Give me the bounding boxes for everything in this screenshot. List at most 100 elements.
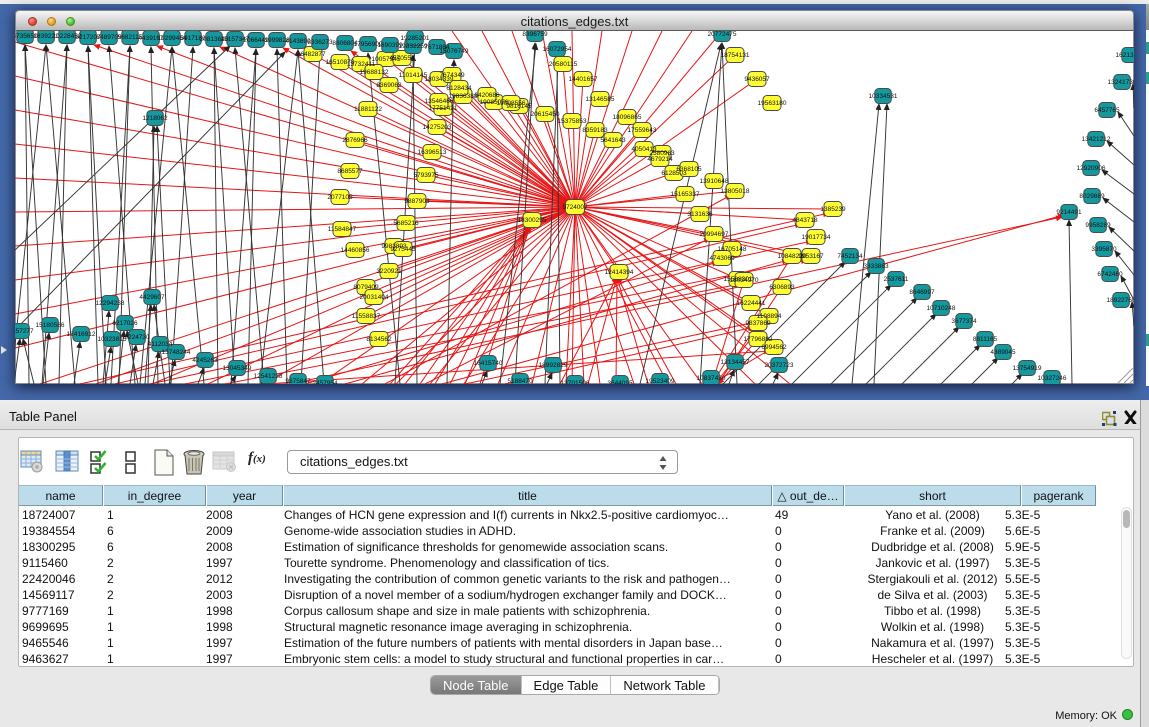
svg-text:16415740: 16415740 — [474, 360, 503, 367]
svg-text:9887903: 9887903 — [404, 198, 430, 205]
svg-text:4112034: 4112034 — [148, 341, 173, 348]
svg-text:16072954: 16072954 — [543, 46, 572, 53]
svg-text:19563180: 19563180 — [758, 100, 787, 107]
svg-text:11014145: 11014145 — [399, 72, 428, 79]
svg-text:1385239: 1385239 — [820, 206, 846, 213]
svg-text:12541238: 12541238 — [254, 373, 283, 380]
svg-text:16224441: 16224441 — [737, 300, 766, 307]
svg-text:8224730: 8224730 — [124, 334, 150, 341]
svg-text:9958289: 9958289 — [1085, 222, 1111, 229]
svg-text:11881122: 11881122 — [354, 106, 382, 113]
svg-text:6420686: 6420686 — [474, 92, 500, 99]
svg-text:18992829: 18992829 — [539, 362, 568, 369]
svg-text:4245263: 4245263 — [192, 357, 218, 364]
svg-text:6368105: 6368105 — [676, 166, 702, 173]
svg-text:19098556: 19098556 — [497, 100, 526, 107]
svg-text:2537611: 2537611 — [884, 276, 909, 283]
svg-text:10334531: 10334531 — [869, 93, 898, 100]
svg-text:3395870: 3395870 — [1091, 246, 1117, 253]
svg-text:6742460: 6742460 — [1097, 271, 1123, 278]
svg-text:12294238: 12294238 — [96, 300, 125, 307]
svg-text:8359183: 8359183 — [582, 127, 608, 134]
svg-text:16705148: 16705148 — [718, 246, 747, 253]
svg-text:14460856: 14460856 — [341, 247, 370, 254]
svg-text:5793975: 5793975 — [413, 172, 439, 179]
svg-text:13701506: 13701506 — [561, 380, 590, 384]
svg-text:9214491: 9214491 — [1056, 209, 1082, 216]
svg-text:13146585: 13146585 — [586, 96, 615, 103]
svg-text:18096865: 18096865 — [613, 114, 642, 121]
svg-text:6994562: 6994562 — [761, 344, 787, 351]
svg-text:19285201: 19285201 — [401, 35, 430, 42]
svg-text:8811165: 8811165 — [973, 336, 998, 343]
svg-text:15165337: 15165337 — [671, 191, 700, 198]
svg-text:13754919: 13754919 — [1013, 365, 1042, 372]
svg-text:6217026: 6217026 — [112, 320, 138, 327]
svg-text:20580115: 20580115 — [549, 61, 578, 68]
svg-text:6128434: 6128434 — [446, 85, 472, 92]
svg-text:9837869: 9837869 — [745, 320, 771, 327]
svg-text:3131636: 3131636 — [687, 211, 713, 218]
svg-text:13546466: 13546466 — [425, 98, 454, 105]
svg-text:16213925: 16213925 — [1116, 52, 1134, 59]
svg-text:6482877: 6482877 — [300, 51, 326, 58]
svg-text:13805018: 13805018 — [721, 188, 750, 195]
svg-text:17796882: 17796882 — [744, 336, 773, 343]
svg-text:18300295: 18300295 — [518, 217, 547, 224]
svg-text:17559643: 17559643 — [628, 127, 657, 134]
svg-text:3677374: 3677374 — [951, 318, 977, 325]
svg-text:18034970: 18034970 — [730, 277, 759, 284]
svg-text:13748244: 13748244 — [162, 349, 191, 356]
svg-text:8029889: 8029889 — [1079, 193, 1105, 200]
svg-text:14275203: 14275203 — [423, 124, 452, 131]
svg-text:2457954: 2457954 — [312, 380, 338, 384]
svg-text:9436057: 9436057 — [744, 76, 770, 83]
svg-text:5685216: 5685216 — [393, 220, 419, 227]
svg-text:8396759: 8396759 — [522, 31, 548, 38]
svg-text:7674349: 7674349 — [439, 72, 465, 79]
svg-text:9724007: 9724007 — [562, 204, 588, 211]
svg-text:4570554: 4570554 — [389, 55, 415, 62]
svg-text:4389045: 4389045 — [990, 349, 1016, 356]
svg-text:4743069: 4743069 — [709, 255, 735, 262]
svg-text:9275445: 9275445 — [390, 246, 416, 253]
svg-text:8134562: 8134562 — [366, 336, 392, 343]
svg-text:4429607: 4429607 — [139, 294, 165, 301]
svg-text:20615450: 20615450 — [531, 111, 560, 118]
svg-text:10327246: 10327246 — [1038, 375, 1067, 382]
svg-text:20772475: 20772475 — [708, 31, 737, 38]
svg-text:14401657: 14401657 — [569, 76, 598, 83]
svg-text:6357277: 6357277 — [15, 328, 34, 335]
svg-text:13045349: 13045349 — [223, 365, 252, 372]
svg-text:20372723: 20372723 — [765, 362, 794, 369]
svg-text:6457765: 6457765 — [1094, 107, 1120, 114]
svg-text:13134457: 13134457 — [721, 359, 750, 366]
svg-text:2077105: 2077105 — [327, 194, 353, 201]
svg-text:12414394: 12414394 — [605, 269, 634, 276]
svg-text:5188470: 5188470 — [507, 378, 533, 384]
svg-text:19017734: 19017734 — [802, 234, 831, 241]
svg-text:17751421: 17751421 — [429, 105, 458, 112]
svg-text:8336273: 8336273 — [307, 39, 333, 46]
svg-text:8369062: 8369062 — [376, 82, 402, 89]
svg-text:15076749: 15076749 — [440, 48, 469, 55]
svg-text:12416912: 12416912 — [67, 331, 96, 338]
svg-text:4843718: 4843718 — [792, 217, 818, 224]
svg-text:7452134: 7452134 — [837, 253, 863, 260]
svg-text:1218062: 1218062 — [142, 115, 168, 122]
svg-text:10848230: 10848230 — [778, 253, 807, 260]
svg-text:10323815: 10323815 — [98, 336, 127, 343]
svg-text:5641643: 5641643 — [600, 137, 626, 144]
svg-text:10710248: 10710248 — [927, 305, 956, 312]
svg-text:3220921: 3220921 — [376, 268, 402, 275]
svg-text:10837430: 10837430 — [697, 375, 726, 382]
svg-text:13421212: 13421212 — [1082, 136, 1111, 143]
svg-text:16396513: 16396513 — [418, 149, 447, 156]
svg-text:19523409: 19523409 — [646, 378, 675, 384]
svg-text:8685577: 8685577 — [337, 168, 363, 175]
svg-text:3333883: 3333883 — [863, 263, 889, 270]
svg-text:8646997: 8646997 — [909, 289, 935, 296]
svg-text:20994697: 20994697 — [700, 231, 729, 238]
svg-text:2876966: 2876966 — [342, 137, 368, 144]
svg-text:3644095: 3644095 — [607, 380, 633, 384]
